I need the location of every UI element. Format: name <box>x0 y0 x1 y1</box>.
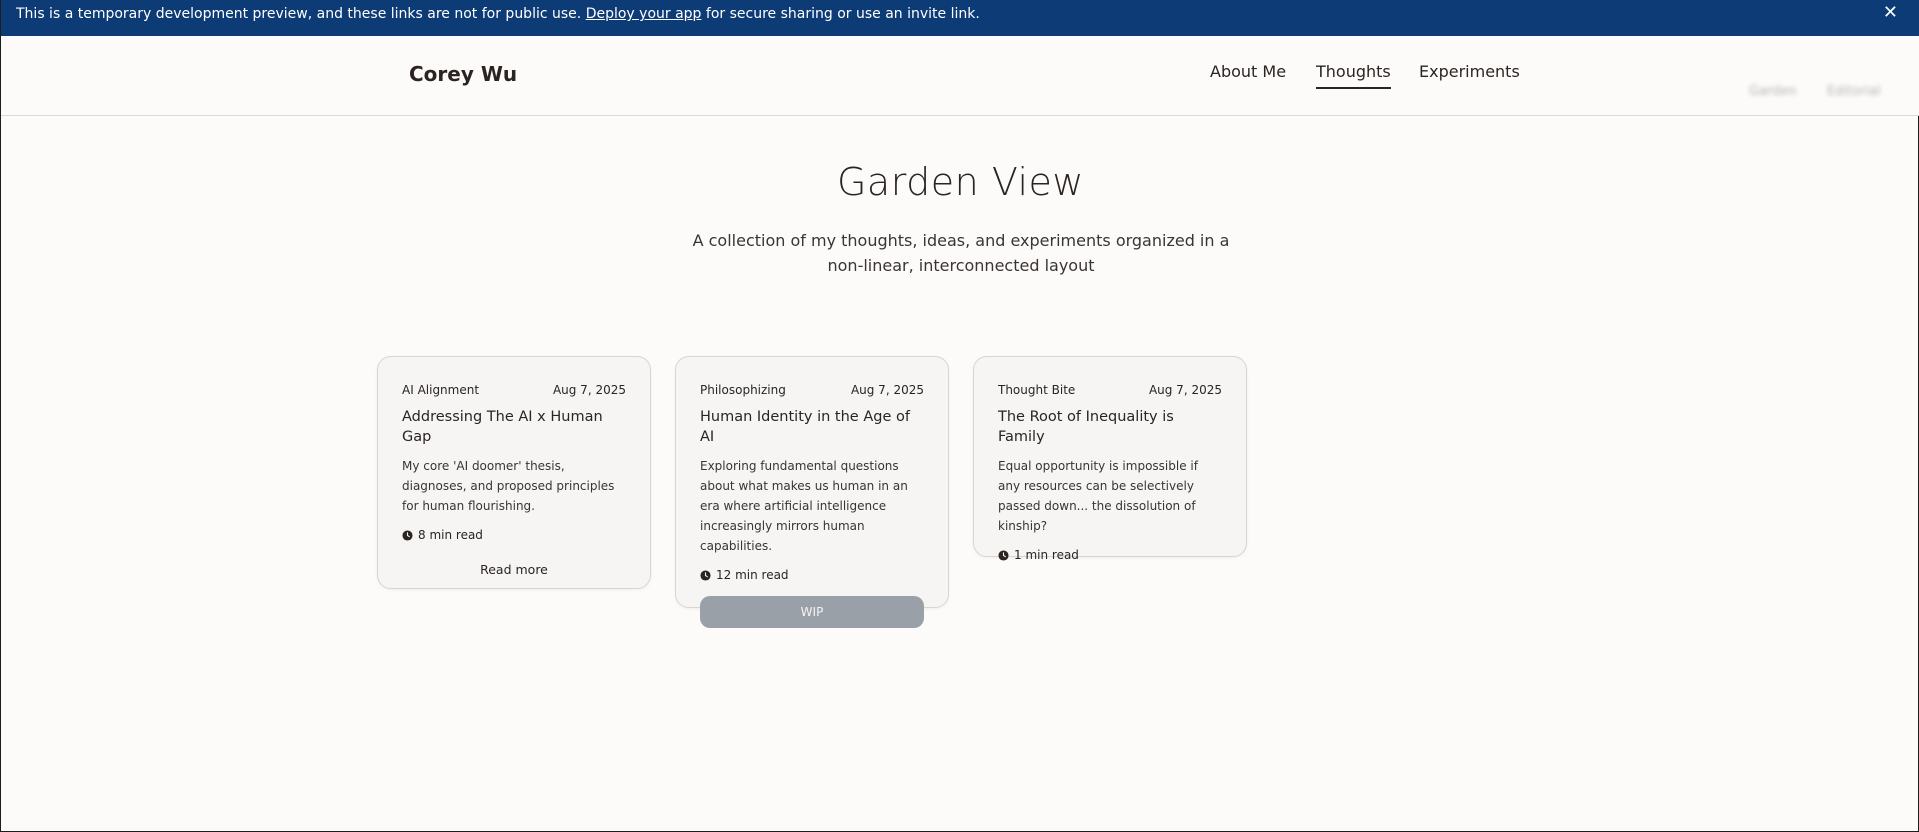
card-date: Aug 7, 2025 <box>1148 383 1222 397</box>
site-header: Corey Wu About Me Thoughts Experiments G… <box>1 36 1919 116</box>
view-toggle-editorial[interactable]: Editorial <box>1827 84 1881 99</box>
card-meta: Philosophizing Aug 7, 2025 <box>700 381 924 399</box>
card-category: Philosophizing <box>700 383 786 397</box>
card-category: AI Alignment <box>402 383 480 397</box>
card-category: Thought Bite <box>998 383 1076 397</box>
card-read-time: 8 min read <box>402 526 626 544</box>
dev-preview-banner: This is a temporary development preview,… <box>1 0 1919 36</box>
card-meta: Thought Bite Aug 7, 2025 <box>998 381 1222 399</box>
card-read-time: 1 min read <box>998 546 1222 564</box>
card-description: Exploring fundamental questions about wh… <box>700 459 908 553</box>
read-more-button[interactable]: Read more <box>402 562 626 577</box>
card-description: Equal opportunity is impossible if any r… <box>998 459 1198 533</box>
post-card[interactable]: Thought Bite Aug 7, 2025 The Root of Ine… <box>973 356 1247 562</box>
card-title: The Root of Inequality is Family <box>998 409 1174 445</box>
card-title: Human Identity in the Age of AI <box>700 409 910 445</box>
card-meta: AI Alignment Aug 7, 2025 <box>402 381 626 399</box>
close-icon[interactable]: ✕ <box>1883 0 1898 26</box>
nav-thoughts[interactable]: Thoughts <box>1316 62 1391 89</box>
wip-button[interactable]: WIP <box>700 596 924 628</box>
page: This is a temporary development preview,… <box>0 0 1919 832</box>
card-date: Aug 7, 2025 <box>552 383 626 397</box>
nav-about-me[interactable]: About Me <box>1210 62 1286 81</box>
card-date: Aug 7, 2025 <box>850 383 924 397</box>
clock-icon <box>700 569 711 581</box>
page-subtitle: A collection of my thoughts, ideas, and … <box>692 231 1230 275</box>
post-card[interactable]: AI Alignment Aug 7, 2025 Addressing The … <box>377 356 651 589</box>
clock-icon <box>998 549 1009 561</box>
card-description: My core 'AI doomer' thesis, diagnoses, a… <box>402 459 615 513</box>
card-title: Addressing The AI x Human Gap <box>402 409 603 445</box>
banner-text-after: for secure sharing or use an invite link… <box>701 6 980 22</box>
nav-experiments[interactable]: Experiments <box>1419 62 1520 81</box>
card-read-time: 12 min read <box>700 566 924 584</box>
read-time-text: 12 min read <box>716 568 789 582</box>
read-time-text: 8 min read <box>418 528 483 542</box>
read-time-text: 1 min read <box>1014 548 1079 562</box>
view-toggle-garden[interactable]: Garden <box>1749 84 1797 99</box>
post-card[interactable]: Philosophizing Aug 7, 2025 Human Identit… <box>675 356 949 628</box>
brand-name[interactable]: Corey Wu <box>409 62 517 86</box>
page-title: Garden View <box>836 160 1085 204</box>
clock-icon <box>402 529 413 541</box>
banner-text-before: This is a temporary development preview,… <box>16 6 586 22</box>
deploy-app-link[interactable]: Deploy your app <box>586 6 702 22</box>
